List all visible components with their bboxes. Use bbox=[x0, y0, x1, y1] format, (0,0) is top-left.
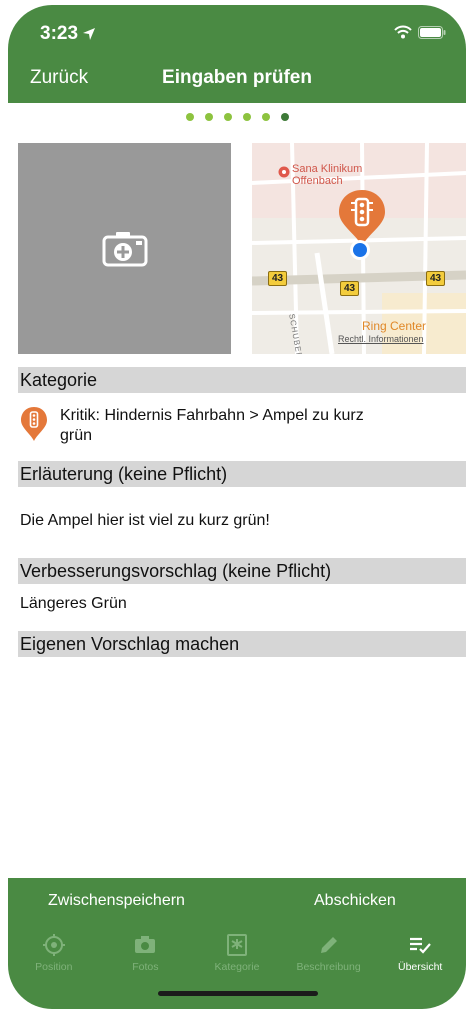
step-dot bbox=[261, 113, 270, 121]
road-badge: 43 bbox=[426, 271, 446, 286]
header: 3:23 Zurück Eingaben prüfen bbox=[8, 5, 466, 103]
send-button[interactable]: Abschicken bbox=[314, 892, 396, 910]
location-map[interactable]: Sana Klinikum Offenbach 43 43 43 SCHUBER… bbox=[252, 143, 466, 354]
checklist-icon bbox=[410, 937, 431, 954]
home-indicator bbox=[158, 991, 318, 996]
tab-fotos[interactable]: Fotos bbox=[100, 925, 192, 985]
tab-position[interactable]: Position bbox=[8, 925, 100, 985]
map-poi-center: Ring Center bbox=[362, 319, 427, 333]
road-badge: 43 bbox=[268, 271, 288, 286]
status-time: 3:23 bbox=[40, 23, 96, 45]
step-dot bbox=[204, 113, 213, 121]
step-dot bbox=[223, 113, 232, 121]
map-poi-clinic: Sana Klinikum Offenbach bbox=[292, 163, 363, 187]
step-dot bbox=[185, 113, 194, 121]
crosshair-icon bbox=[42, 934, 65, 956]
tab-beschreibung[interactable]: Beschreibung bbox=[283, 925, 375, 985]
step-dot bbox=[242, 113, 251, 121]
tab-label: Übersicht bbox=[397, 961, 443, 973]
category-text: Kritik: Hindernis Fahrbahn > Ampel zu ku… bbox=[60, 407, 364, 444]
category-summary[interactable]: Kritik: Hindernis Fahrbahn > Ampel zu ku… bbox=[20, 406, 460, 446]
page-title: Eingaben prüfen bbox=[162, 67, 312, 88]
status-icons bbox=[394, 25, 446, 39]
app-screen: 3:23 Zurück Eingaben prüfen Sana Kliniku… bbox=[8, 5, 466, 1009]
clinic-marker-icon bbox=[278, 166, 290, 178]
section-verbesserung: Verbesserungsvorschlag (keine Pflicht) bbox=[18, 558, 466, 584]
explanation-text: Die Ampel hier ist viel zu kurz grün! bbox=[20, 512, 270, 529]
add-photo-button[interactable] bbox=[18, 143, 231, 354]
tab-label: Beschreibung bbox=[296, 961, 361, 973]
step-indicator bbox=[8, 113, 466, 121]
save-draft-button[interactable]: Zwischenspeichern bbox=[48, 892, 185, 910]
suggestion-text: Längeres Grün bbox=[20, 595, 127, 612]
traffic-light-icon bbox=[21, 407, 47, 441]
road-badge: 43 bbox=[340, 281, 360, 296]
tab-uebersicht[interactable]: Übersicht bbox=[374, 925, 466, 985]
tab-kategorie[interactable]: Kategorie bbox=[191, 925, 283, 985]
tab-label: Kategorie bbox=[214, 961, 260, 973]
wifi-icon bbox=[394, 25, 412, 39]
category-icon bbox=[226, 934, 247, 956]
camera-icon bbox=[135, 936, 156, 953]
section-erlaeuterung: Erläuterung (keine Pflicht) bbox=[18, 461, 466, 487]
tab-bar: Position Fotos Kategorie Beschreibung Üb… bbox=[8, 925, 466, 985]
step-dot-active bbox=[280, 113, 289, 121]
tab-label: Fotos bbox=[132, 961, 159, 973]
tab-label: Position bbox=[35, 961, 73, 973]
section-kategorie: Kategorie bbox=[18, 367, 466, 393]
current-location-icon bbox=[350, 240, 370, 260]
battery-icon bbox=[418, 25, 446, 39]
location-arrow-icon bbox=[83, 28, 96, 40]
add-camera-icon bbox=[102, 231, 147, 266]
section-eigener-vorschlag[interactable]: Eigenen Vorschlag machen bbox=[18, 631, 466, 657]
map-legal-link[interactable]: Rechtl. Informationen bbox=[338, 334, 424, 344]
pencil-icon bbox=[320, 937, 337, 953]
